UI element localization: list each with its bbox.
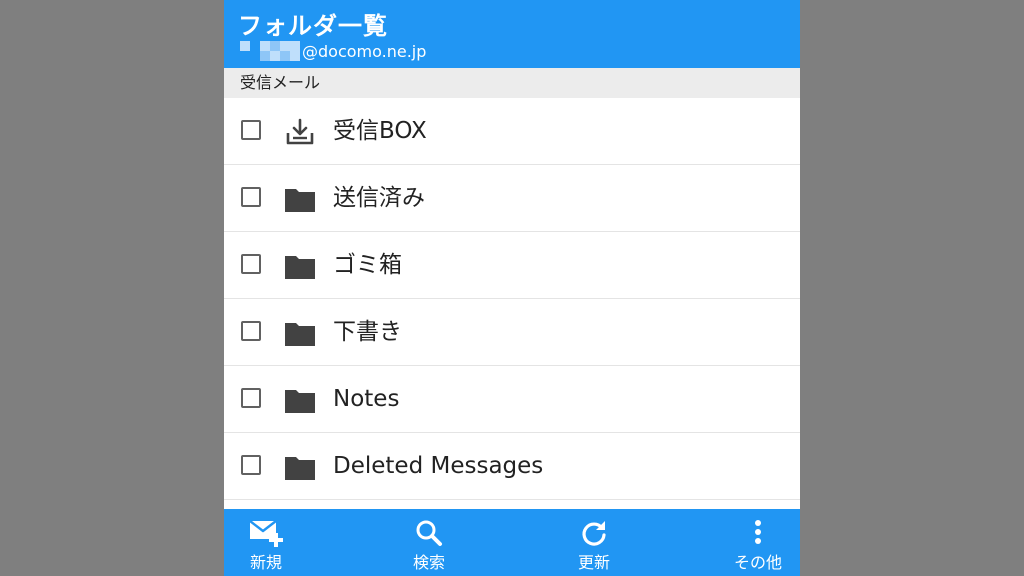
- search-label: 検索: [412, 553, 445, 572]
- folder-label: Notes: [333, 386, 400, 412]
- refresh-icon: [582, 521, 606, 546]
- mail-app-screen: フォルダ一覧 @docomo.ne.jp 受信メール 受信BOX 送信済み ゴミ…: [224, 0, 800, 576]
- refresh-label: 更新: [577, 553, 610, 572]
- app-header: フォルダ一覧 @docomo.ne.jp: [224, 0, 800, 68]
- folder-label: 送信済み: [333, 185, 425, 211]
- folder-row-notes[interactable]: Notes: [224, 366, 800, 433]
- folder-checkbox[interactable]: [241, 120, 261, 140]
- folder-row-inbox[interactable]: 受信BOX: [224, 98, 800, 165]
- page-title: フォルダ一覧: [238, 12, 388, 40]
- folder-label: ゴミ箱: [333, 252, 402, 278]
- search-button[interactable]: 検索: [389, 509, 469, 576]
- folder-checkbox[interactable]: [241, 187, 261, 207]
- folder-label: 受信BOX: [333, 118, 427, 144]
- folder-row-deleted-messages[interactable]: Deleted Messages: [224, 433, 800, 500]
- folder-checkbox[interactable]: [241, 388, 261, 408]
- folder-row-sent[interactable]: 送信済み: [224, 165, 800, 232]
- more-options-button[interactable]: その他: [718, 509, 798, 576]
- folder-icon: [285, 323, 315, 346]
- section-header-inbox: 受信メール: [224, 68, 800, 98]
- new-mail-button[interactable]: 新規: [226, 509, 306, 576]
- refresh-button[interactable]: 更新: [554, 509, 634, 576]
- folder-checkbox[interactable]: [241, 455, 261, 475]
- folder-label: Deleted Messages: [333, 453, 544, 479]
- bottom-action-bar: 新規 検索 更新 その他: [224, 509, 800, 576]
- account-info: @docomo.ne.jp: [240, 40, 426, 62]
- folder-checkbox[interactable]: [241, 321, 261, 341]
- more-vert-icon: [755, 520, 761, 544]
- redacted-username-mosaic: [240, 41, 300, 61]
- more-options-label: その他: [733, 553, 782, 572]
- folder-list: 受信BOX 送信済み ゴミ箱 下書き Notes Deleted Message…: [224, 98, 800, 500]
- folder-icon: [285, 457, 315, 480]
- folder-row-trash[interactable]: ゴミ箱: [224, 232, 800, 299]
- folder-icon: [285, 390, 315, 413]
- inbox-download-icon: [286, 118, 314, 145]
- folder-row-drafts[interactable]: 下書き: [224, 299, 800, 366]
- folder-label: 下書き: [333, 319, 402, 345]
- folder-icon: [285, 256, 315, 279]
- new-mail-label: 新規: [249, 553, 282, 572]
- account-email: @docomo.ne.jp: [302, 41, 427, 61]
- folder-icon: [285, 189, 315, 212]
- search-icon: [416, 520, 442, 546]
- folder-checkbox[interactable]: [241, 254, 261, 274]
- new-mail-icon: [249, 520, 283, 547]
